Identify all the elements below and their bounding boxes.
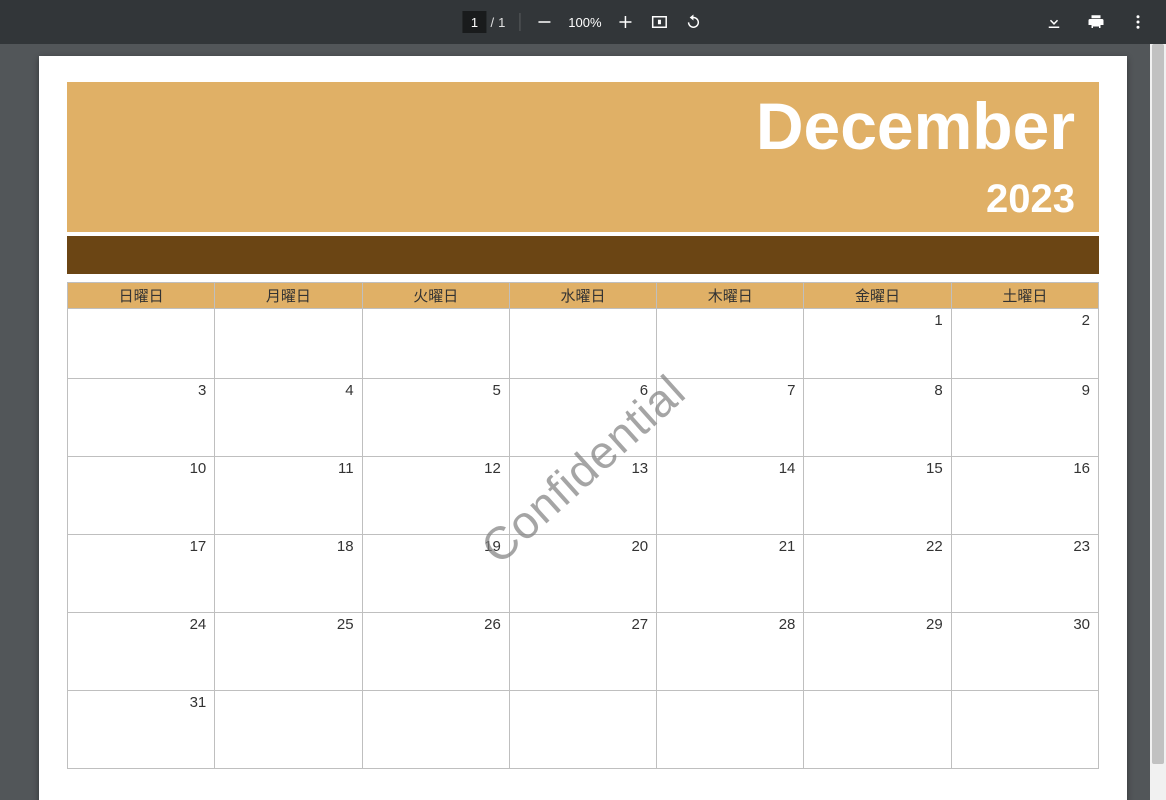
calendar-row: 24252627282930 [68, 613, 1099, 691]
toolbar-right [1044, 12, 1154, 32]
pdf-viewport: December 2023 日曜日 月曜日 火曜日 水曜日 木曜日 金曜日 土曜… [0, 44, 1166, 800]
calendar-row: 10111213141516 [68, 457, 1099, 535]
print-icon[interactable] [1086, 12, 1106, 32]
spacer [67, 274, 1099, 282]
calendar-cell: 30 [951, 613, 1098, 691]
pdf-toolbar: / 1 100% [0, 0, 1166, 44]
calendar-cell [804, 691, 951, 769]
calendar-cell: 17 [68, 535, 215, 613]
toolbar-center: / 1 100% [462, 11, 703, 33]
calendar-month: December [756, 93, 1075, 159]
calendar-cell: 24 [68, 613, 215, 691]
calendar-cell: 27 [509, 613, 656, 691]
calendar-cell: 19 [362, 535, 509, 613]
calendar-cell: 9 [951, 379, 1098, 457]
calendar-cell [362, 309, 509, 379]
calendar-row: 17181920212223 [68, 535, 1099, 613]
day-header: 水曜日 [509, 283, 656, 309]
download-icon[interactable] [1044, 12, 1064, 32]
calendar-cell: 21 [657, 535, 804, 613]
calendar-cell: 25 [215, 613, 362, 691]
calendar-cell: 6 [509, 379, 656, 457]
calendar-cell [68, 309, 215, 379]
calendar-cell: 10 [68, 457, 215, 535]
calendar-subheader-strip [67, 236, 1099, 274]
separator [519, 13, 520, 31]
calendar-cell: 20 [509, 535, 656, 613]
fit-page-icon[interactable] [650, 12, 670, 32]
calendar-cell: 22 [804, 535, 951, 613]
day-header: 木曜日 [657, 283, 804, 309]
calendar-cell: 16 [951, 457, 1098, 535]
zoom-in-icon[interactable] [616, 12, 636, 32]
calendar-cell: 29 [804, 613, 951, 691]
day-header: 日曜日 [68, 283, 215, 309]
calendar-cell: 14 [657, 457, 804, 535]
rotate-icon[interactable] [684, 12, 704, 32]
calendar-cell [509, 309, 656, 379]
calendar-row: 3456789 [68, 379, 1099, 457]
calendar-cell [657, 691, 804, 769]
calendar-cell: 3 [68, 379, 215, 457]
page-indicator: / 1 [462, 11, 505, 33]
calendar-cell [215, 309, 362, 379]
day-header: 火曜日 [362, 283, 509, 309]
calendar-cell: 18 [215, 535, 362, 613]
day-header: 土曜日 [951, 283, 1098, 309]
calendar-cell: 8 [804, 379, 951, 457]
calendar-cell [657, 309, 804, 379]
calendar-row: 12 [68, 309, 1099, 379]
calendar-cell: 5 [362, 379, 509, 457]
page-sep: / [490, 15, 494, 30]
calendar-cell: 31 [68, 691, 215, 769]
page-number-input[interactable] [462, 11, 486, 33]
calendar-cell: 28 [657, 613, 804, 691]
calendar-cell: 13 [509, 457, 656, 535]
calendar-cell [509, 691, 656, 769]
zoom-controls: 100% [534, 12, 635, 32]
calendar-cell [951, 691, 1098, 769]
calendar-header-row: 日曜日 月曜日 火曜日 水曜日 木曜日 金曜日 土曜日 [68, 283, 1099, 309]
calendar-cell [215, 691, 362, 769]
calendar-cell: 1 [804, 309, 951, 379]
zoom-level: 100% [568, 15, 601, 30]
calendar-cell: 7 [657, 379, 804, 457]
calendar-table: 日曜日 月曜日 火曜日 水曜日 木曜日 金曜日 土曜日 123456789101… [67, 282, 1099, 769]
calendar-cell: 26 [362, 613, 509, 691]
more-menu-icon[interactable] [1128, 12, 1148, 32]
calendar-cell: 11 [215, 457, 362, 535]
day-header: 金曜日 [804, 283, 951, 309]
calendar-cell: 2 [951, 309, 1098, 379]
calendar-year: 2023 [986, 177, 1075, 222]
pdf-page: December 2023 日曜日 月曜日 火曜日 水曜日 木曜日 金曜日 土曜… [39, 56, 1127, 800]
day-header: 月曜日 [215, 283, 362, 309]
calendar-header: December 2023 [67, 82, 1099, 232]
calendar-cell: 23 [951, 535, 1098, 613]
vertical-scrollbar[interactable] [1150, 44, 1166, 800]
calendar-cell: 4 [215, 379, 362, 457]
zoom-out-icon[interactable] [534, 12, 554, 32]
calendar-cell: 12 [362, 457, 509, 535]
calendar-row: 31 [68, 691, 1099, 769]
scrollbar-thumb[interactable] [1152, 44, 1164, 764]
calendar-cell [362, 691, 509, 769]
page-total: 1 [498, 15, 505, 30]
calendar-cell: 15 [804, 457, 951, 535]
